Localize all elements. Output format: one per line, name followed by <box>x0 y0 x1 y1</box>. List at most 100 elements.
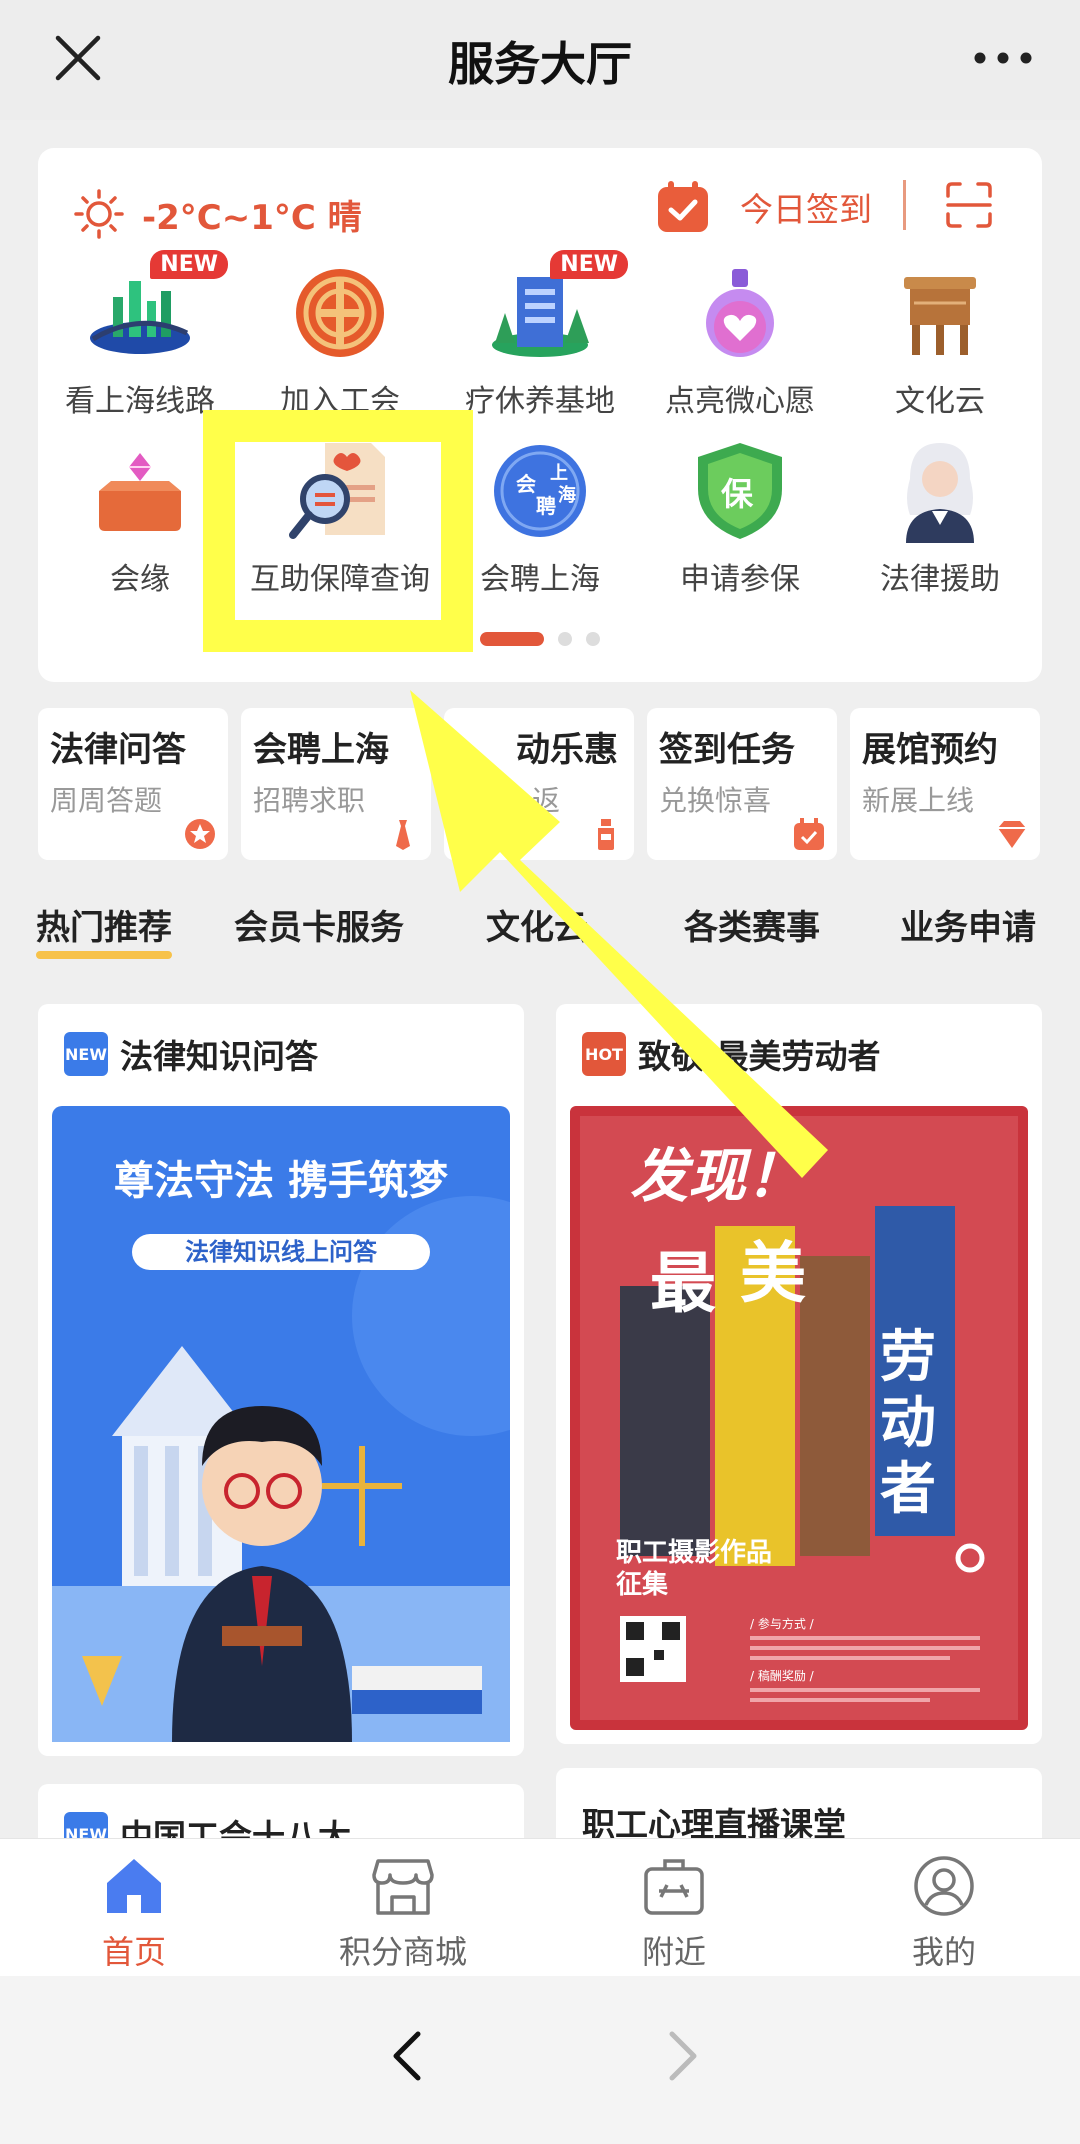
new-badge: NEW <box>550 250 628 279</box>
calendar-check-icon <box>658 181 708 232</box>
service-item-culture-cloud[interactable]: 文化云 <box>840 258 1040 420</box>
poster-subtitle: 法律知识线上问答 <box>185 1238 378 1266</box>
quick-card-dongle[interactable]: 动乐惠 返 <box>444 708 634 860</box>
signin-button[interactable]: 今日签到 <box>654 178 872 236</box>
badge-star-icon <box>185 819 215 849</box>
new-tag: NEW <box>64 1032 108 1076</box>
tab-competitions[interactable]: 各类赛事 <box>684 900 820 949</box>
potion-heart-icon <box>706 269 774 357</box>
divider <box>903 180 906 230</box>
quick-card-subtitle: 招聘求职 <box>253 784 366 817</box>
top-bar: 服务大厅 <box>0 0 1080 120</box>
service-item-wish[interactable]: 点亮微心愿 <box>640 258 840 420</box>
service-label: 点亮微心愿 <box>665 384 815 419</box>
svg-text:海: 海 <box>558 484 576 506</box>
annotation-highlight-box <box>203 410 473 652</box>
category-tabs: 热门推荐 会员卡服务 文化云 各类赛事 业务申请 <box>36 900 1046 960</box>
nav-nearby[interactable]: 附近 <box>574 1853 774 1973</box>
tab-culture-cloud[interactable]: 文化云 <box>486 900 588 949</box>
union-emblem-icon <box>296 269 384 357</box>
carousel-dot-active[interactable] <box>480 632 544 646</box>
poster-caption-1: 职工摄影作品 <box>616 1538 772 1568</box>
more-icon[interactable] <box>968 30 1038 86</box>
bottom-nav: 首页 积分商城 附近 我的 <box>0 1838 1080 1976</box>
svg-text:保: 保 <box>721 475 754 513</box>
poster-caption-2: 征集 <box>616 1569 669 1600</box>
legal-poster-image: 尊法守法 携手筑梦 法律知识线上问答 <box>52 1106 510 1742</box>
tie-icon <box>396 820 410 850</box>
browser-toolbar <box>0 1976 1080 2144</box>
tab-business[interactable]: 业务申请 <box>900 900 1036 949</box>
quick-card-title: 会聘上海 <box>253 730 389 770</box>
poster-section-2: / 稿酬奖励 / <box>750 1668 815 1683</box>
gift-box-icon <box>99 453 181 531</box>
bottle-icon <box>598 819 614 850</box>
quick-card-signin-task[interactable]: 签到任务 兑换惊喜 <box>647 708 837 860</box>
service-label: 法律援助 <box>880 562 1000 597</box>
poster-side-3: 者 <box>880 1457 936 1522</box>
quick-card-title: 动乐惠 <box>516 730 618 770</box>
service-item-insurance[interactable]: 保 申请参保 <box>640 436 840 598</box>
tab-hot[interactable]: 热门推荐 <box>36 900 172 959</box>
bronze-vessel-icon <box>904 277 976 355</box>
quick-card-subtitle: 返 <box>532 784 561 817</box>
user-icon <box>914 1856 974 1916</box>
poster-side-2: 动 <box>880 1391 936 1456</box>
nav-label: 首页 <box>101 1933 166 1971</box>
scan-icon[interactable] <box>944 180 994 230</box>
quick-card-title: 法律问答 <box>50 730 186 770</box>
nav-mine[interactable]: 我的 <box>844 1853 1044 1973</box>
chevron-left-icon[interactable] <box>380 2026 440 2086</box>
nav-points-mall[interactable]: 积分商城 <box>303 1853 503 1973</box>
weather-temp: -2°C~1°C 晴 <box>142 197 362 238</box>
signin-label: 今日签到 <box>740 190 872 229</box>
diamond-icon <box>998 821 1026 848</box>
service-item-join-union[interactable]: 加入工会 <box>240 258 440 420</box>
carousel-dot[interactable] <box>558 632 572 646</box>
poster-big-2: 美 <box>740 1235 806 1312</box>
calendar-icon <box>794 818 824 850</box>
toolbox-icon <box>644 1859 704 1915</box>
tab-member-card[interactable]: 会员卡服务 <box>234 900 404 949</box>
hot-tag: HOT <box>582 1032 626 1076</box>
workers-poster-image: 发现！ 最 美 劳 动 者 职工摄影作品 征集 / 参与方式 / / 稿酬奖励 … <box>570 1106 1028 1730</box>
feed-card-title: 法律知识问答 <box>120 1037 318 1076</box>
quick-card-huipin[interactable]: 会聘上海 招聘求职 <box>241 708 431 860</box>
service-item-shanghai-route[interactable]: NEW 看上海线路 <box>40 250 240 420</box>
poster-section-1: / 参与方式 / <box>750 1616 815 1631</box>
service-label: 文化云 <box>895 384 985 419</box>
feed-card-legal-qa[interactable]: NEW 法律知识问答 尊法守法 携手筑梦 法律知识线上问答 <box>38 1004 524 1756</box>
nav-label: 积分商城 <box>338 1933 467 1971</box>
poster-side-1: 劳 <box>880 1325 936 1390</box>
quick-card-exhibition[interactable]: 展馆预约 新展上线 <box>850 708 1040 860</box>
svg-text:聘: 聘 <box>536 494 556 518</box>
feed-card-title: 致敬 最美劳动者 <box>638 1037 881 1076</box>
service-label: 申请参保 <box>680 562 800 597</box>
quick-cards: 法律问答 周周答题 会聘上海 招聘求职 动乐惠 返 签到任务 兑换惊喜 展馆预约 <box>38 708 1042 860</box>
nav-home[interactable]: 首页 <box>34 1853 234 1973</box>
quick-card-legal-qa[interactable]: 法律问答 周周答题 <box>38 708 228 860</box>
feed-card-workers[interactable]: HOT 致敬 最美劳动者 发现！ 最 美 劳 动 者 职工摄影作品 征集 / 参… <box>556 1004 1042 1744</box>
svg-text:会: 会 <box>516 472 536 496</box>
service-item-resort-base[interactable]: NEW 疗休养基地 <box>440 250 640 420</box>
poster-title: 尊法守法 携手筑梦 <box>114 1158 448 1204</box>
quick-card-subtitle: 兑换惊喜 <box>659 784 772 817</box>
nav-label: 附近 <box>641 1933 706 1971</box>
home-icon <box>107 1859 161 1913</box>
weather-widget: -2°C~1°C 晴 <box>72 184 362 244</box>
chevron-right-icon[interactable] <box>650 2026 710 2086</box>
quick-card-title: 展馆预约 <box>862 730 998 770</box>
service-item-legal-aid[interactable]: 法律援助 <box>840 436 1040 598</box>
carousel-dot[interactable] <box>586 632 600 646</box>
services-card: -2°C~1°C 晴 今日签到 NEW 看上海线路 加入工会 NEW 疗休养基地… <box>38 148 1042 682</box>
judge-icon <box>906 443 974 543</box>
shield-icon: 保 <box>698 443 782 539</box>
nav-label: 我的 <box>911 1933 976 1971</box>
store-icon <box>372 1859 434 1915</box>
svg-text:上: 上 <box>550 463 568 484</box>
poster-big-1: 最 <box>650 1245 716 1322</box>
page-title: 服务大厅 <box>448 37 632 91</box>
carousel-indicator <box>38 632 1042 646</box>
new-badge: NEW <box>150 250 228 279</box>
quick-card-subtitle: 周周答题 <box>50 784 163 817</box>
